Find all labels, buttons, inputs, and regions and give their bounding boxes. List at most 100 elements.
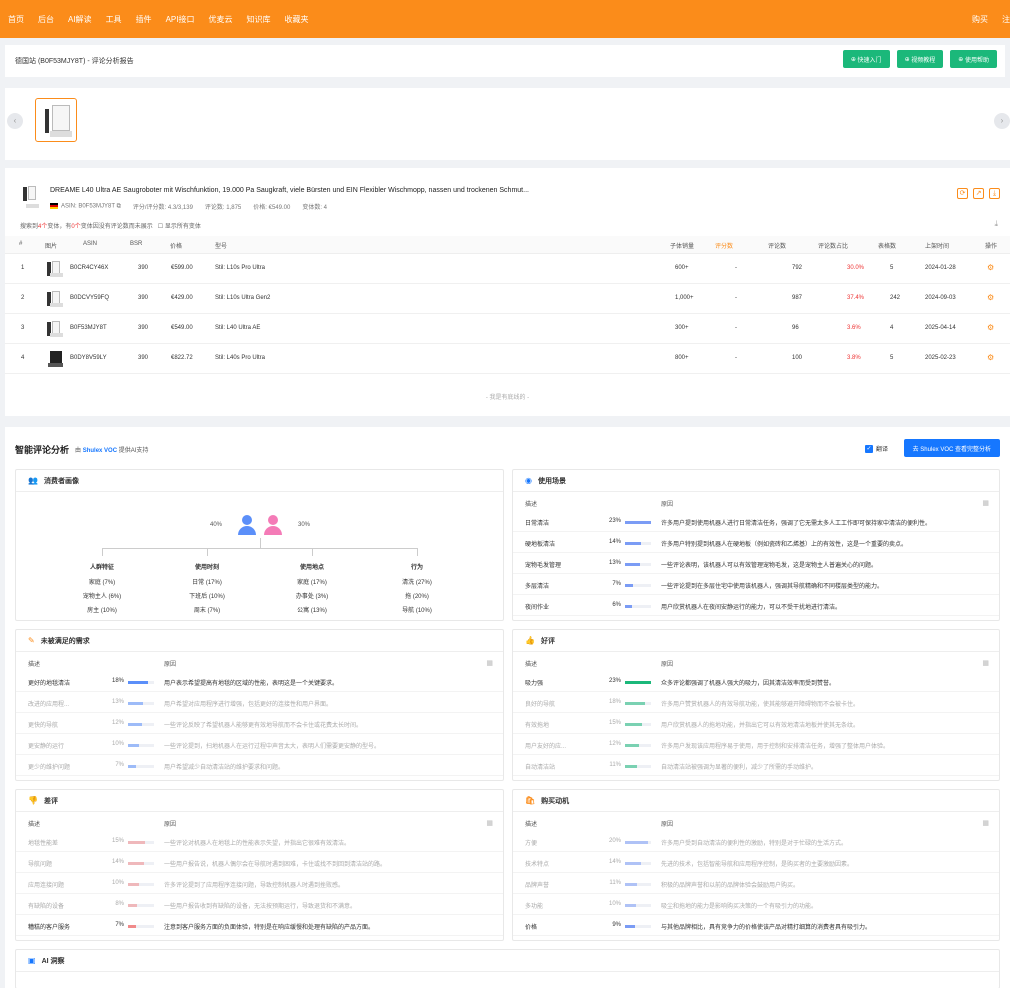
row-reason: 积极的品牌声誉和以前的品牌体验会鼓励用户购买。 xyxy=(661,883,800,889)
row-bar xyxy=(625,542,651,545)
row-reason: 用户希望减少自动清洁站的维护要求和问题。 xyxy=(164,765,285,771)
gallery-next-button[interactable]: › xyxy=(994,113,1010,129)
thumbs-down-icon: 👎 xyxy=(28,796,38,805)
analysis-row[interactable]: 硬地板清洁 14% 许多用户特别提到机器人在硬地板（例如瓷砖和乙烯基）上的有效性，这… xyxy=(513,533,999,553)
analysis-row[interactable]: 技术特点 14% 先进的技术，包括智能导航和应用程序控制，是购买者的主要激励因素。 xyxy=(513,853,999,873)
row-reason: 许多用户赞赏机器人的有效导航功能，使其能够避开障碍物而不会被卡住。 xyxy=(661,702,860,708)
analysis-row[interactable]: 多功能 10% 吸尘和拖地的能力是影响购买决策的一个有吸引力的功能。 xyxy=(513,895,999,915)
top-navbar: 首页 后台 AI解读 工具 插件 API接口 优麦云 知识库 收藏夹 购买 注 xyxy=(0,0,1010,38)
row-description: 日常清洁 xyxy=(525,521,550,527)
table-icon[interactable]: ▦ xyxy=(982,819,989,827)
analysis-row[interactable]: 导航问题 14% 一些用户报告说，机器人偶尔会在导航时遇到困难，卡住或找不到回到清洁… xyxy=(16,853,503,873)
row-description: 多层清洁 xyxy=(525,584,550,590)
product-thumbnail[interactable] xyxy=(35,98,77,142)
settings-icon[interactable]: ⚙ xyxy=(987,263,994,272)
settings-icon[interactable]: ⚙ xyxy=(987,353,994,362)
cell-sales: 600+ xyxy=(675,265,689,271)
nav-item[interactable]: 知识库 xyxy=(246,14,270,25)
share-icon[interactable]: ↗ xyxy=(973,188,984,199)
analysis-row[interactable]: 方便 20% 许多用户受到自动清洁的便利性的激励，特别是对于忙碌的生活方式。 xyxy=(513,832,999,852)
nav-item[interactable]: 后台 xyxy=(38,14,54,25)
nav-item[interactable]: 插件 xyxy=(136,14,152,25)
nav-item[interactable]: 工具 xyxy=(106,14,122,25)
nav-right-item[interactable]: 注 xyxy=(1002,14,1010,25)
row-reason: 一些评论反映了希望机器人能够更有效地导航而不会卡住或花费太长时间。 xyxy=(164,723,363,729)
row-bar xyxy=(625,862,651,865)
row-reason: 许多用户特别提到机器人在硬地板（例如瓷砖和乙烯基）上的有效性，这是一个重要的卖点… xyxy=(661,542,908,548)
cell-asin[interactable]: B0DCVY59FQ xyxy=(70,295,109,301)
translate-toggle[interactable]: ✓ 翻译 xyxy=(864,444,888,453)
analysis-row[interactable]: 更安静的运行 10% 一些评论提到，扫地机器人在运行过程中声音太大，表明人们需要更安… xyxy=(16,735,503,755)
analysis-row[interactable]: 更少的维护问题 7% 用户希望减少自动清洁站的维护要求和问题。 xyxy=(16,756,503,776)
cell-sales: 1,000+ xyxy=(675,295,694,301)
nav-item[interactable]: 优麦云 xyxy=(208,14,232,25)
table-row[interactable]: 4 B0DY8V59LY 390 €822.72 Stil: L40s Pro Ultr… xyxy=(5,344,1010,374)
voc-full-analysis-button[interactable]: 去 Shulex VOC 查看完整分析 xyxy=(903,439,1000,457)
analysis-row[interactable]: 应用连接问题 10% 许多评论提到了应用程序连接问题，导致控制机器人时遇到挫败感。 xyxy=(16,874,503,894)
show-all-checkbox[interactable]: ☐ xyxy=(158,224,163,230)
table-row[interactable]: 1 B0CR4CY46X 390 €599.00 Stil: L10s Pro Ultr… xyxy=(5,254,1010,284)
analysis-row[interactable]: 宠物毛发管理 13% 一些评论表明，该机器人可以有效管理宠物毛发，这是宠物主人普遍关… xyxy=(513,554,999,574)
cell-asin[interactable]: B0CR4CY46X xyxy=(70,265,108,271)
analysis-row[interactable]: 日常清洁 23% 许多用户提到使用机器人进行日常清洁任务，强调了它无需太多人工工作即… xyxy=(513,512,999,532)
nav-item[interactable]: AI解读 xyxy=(68,14,92,25)
row-description: 应用连接问题 xyxy=(28,883,65,889)
analysis-row[interactable]: 改进的应用程... 13% 用户希望对应用程序进行增强，包括更好的连接性和用户界面。 xyxy=(16,693,503,713)
analysis-row[interactable]: 夜间作业 6% 用户欣赏机器人在夜间安静运行的能力，可以不受干扰地进行清洁。 xyxy=(513,596,999,616)
analysis-row[interactable]: 有效拖地 15% 用户欣赏机器人的拖地功能，并指出它可以有效地清洁地板并使其无条纹。 xyxy=(513,714,999,734)
persona-item: 拖 (20%) xyxy=(405,594,429,600)
consumer-persona-panel: 👥 消费者画像 40% 30% 人群特征 家庭 (7%) 宠物主人 (6%) 房主 (1… xyxy=(15,469,504,621)
analysis-row[interactable]: 用户友好的应... 12% 许多用户发现该应用程序易于使用，用于控制和安排清洁任务，… xyxy=(513,735,999,755)
analysis-row[interactable]: 价格 9% 与其他品牌相比，具有竞争力的价格使该产品对精打细算的消费者具有吸引力。 xyxy=(513,916,999,936)
table-icon[interactable]: ▦ xyxy=(486,819,493,827)
row-bar xyxy=(625,744,651,747)
copy-icon[interactable]: ⧉ xyxy=(117,203,121,209)
analysis-row[interactable]: 品牌声誉 11% 积极的品牌声誉和以前的品牌体验会鼓励用户购买。 xyxy=(513,874,999,894)
analysis-row[interactable]: 多层清洁 7% 一些评论提到在多层住宅中使用该机器人，强调其导航精确和不同楼层类型的… xyxy=(513,575,999,595)
analysis-row[interactable]: 地毯性能差 15% 一些评论对机器人在地毯上的性能表示失望，并指出它很难有效清洁。 xyxy=(16,832,503,852)
cell-reviews: 96 xyxy=(792,325,799,331)
analysis-row[interactable]: 糟糕的客户服务 7% 注意到客户服务方面的负面体验，特别是在响应缓慢和处理有缺陷的产… xyxy=(16,916,503,936)
quick-start-button[interactable]: ⊕ 快速入门 xyxy=(842,50,890,68)
product-title: DREAME L40 Ultra AE Saugroboter mit Wisc… xyxy=(50,187,529,194)
table-row[interactable]: 3 B0F53MJY8T 390 €549.00 Stil: L40 Ultra AE 3… xyxy=(5,314,1010,344)
analysis-row[interactable]: 吸力强 23% 众多评论都强调了机器人强大的吸力，因其清洁效率而受到赞誉。 xyxy=(513,672,999,692)
nav-item[interactable]: 收藏夹 xyxy=(284,14,308,25)
row-description: 更好的地毯清洁 xyxy=(28,681,71,687)
nav-item[interactable]: 首页 xyxy=(8,14,24,25)
help-button[interactable]: ⊕ 使用帮助 xyxy=(950,50,997,68)
variant-image xyxy=(45,291,65,307)
analysis-row[interactable]: 自动清洁站 11% 自动清洁站被强调为显著的便利，减少了所需的手动维护。 xyxy=(513,756,999,776)
cell-asin[interactable]: B0F53MJY8T xyxy=(70,325,107,331)
row-reason: 吸尘和拖地的能力是影响购买决策的一个有吸引力的功能。 xyxy=(661,904,818,910)
analysis-row[interactable]: 更快的导航 12% 一些评论反映了希望机器人能够更有效地导航而不会卡住或花费太长时间… xyxy=(16,714,503,734)
video-tutorial-button[interactable]: ⊕ 视频教程 xyxy=(896,50,944,68)
refresh-icon[interactable]: ⟳ xyxy=(957,188,968,199)
download-icon[interactable]: ⤓ xyxy=(989,188,1000,199)
cell-asin[interactable]: B0DY8V59LY xyxy=(70,355,107,361)
settings-icon[interactable]: ⚙ xyxy=(987,293,994,302)
row-description: 多功能 xyxy=(525,904,544,910)
row-description: 改进的应用程... xyxy=(28,702,70,708)
table-icon[interactable]: ▦ xyxy=(982,659,989,667)
analysis-row[interactable]: 有缺陷的设备 8% 一些用户报告收到有缺陷的设备，无法按预期运行，导致退货和不满意。 xyxy=(16,895,503,915)
nav-right-item[interactable]: 购买 xyxy=(972,14,988,25)
gallery-prev-button[interactable]: ‹ xyxy=(7,113,23,129)
row-description: 更快的导航 xyxy=(28,723,59,729)
analysis-row[interactable]: 更好的地毯清洁 18% 用户表示希望提高有地毯的区域的性能，表明这是一个关键要求。 xyxy=(16,672,503,692)
settings-icon[interactable]: ⚙ xyxy=(987,323,994,332)
row-percentage: 15% xyxy=(608,720,621,726)
table-icon[interactable]: ▦ xyxy=(486,659,493,667)
row-percentage: 7% xyxy=(115,762,124,768)
cell-table: 4 xyxy=(890,325,894,331)
negative-reviews-panel: 👎 差评 描述 原因 ▦ 地毯性能差 15% 一些评论对机器人在地毯上的性能表示失望，… xyxy=(15,789,504,941)
analysis-row[interactable]: 良好的导航 18% 许多用户赞赏机器人的有效导航功能，使其能够避开障碍物而不会被卡住… xyxy=(513,693,999,713)
table-row[interactable]: 2 B0DCVY59FQ 390 €429.00 Stil: L10s Ultra Ge… xyxy=(5,284,1010,314)
location-pin-icon: ◉ xyxy=(525,476,532,485)
image-gallery: ‹ › xyxy=(5,88,1010,160)
table-icon[interactable]: ▦ xyxy=(982,499,989,507)
row-percentage: 12% xyxy=(608,741,621,747)
export-icon[interactable]: ⤓ xyxy=(994,219,998,229)
nav-item[interactable]: API接口 xyxy=(166,14,195,25)
thumbs-up-icon: 👍 xyxy=(525,636,535,645)
